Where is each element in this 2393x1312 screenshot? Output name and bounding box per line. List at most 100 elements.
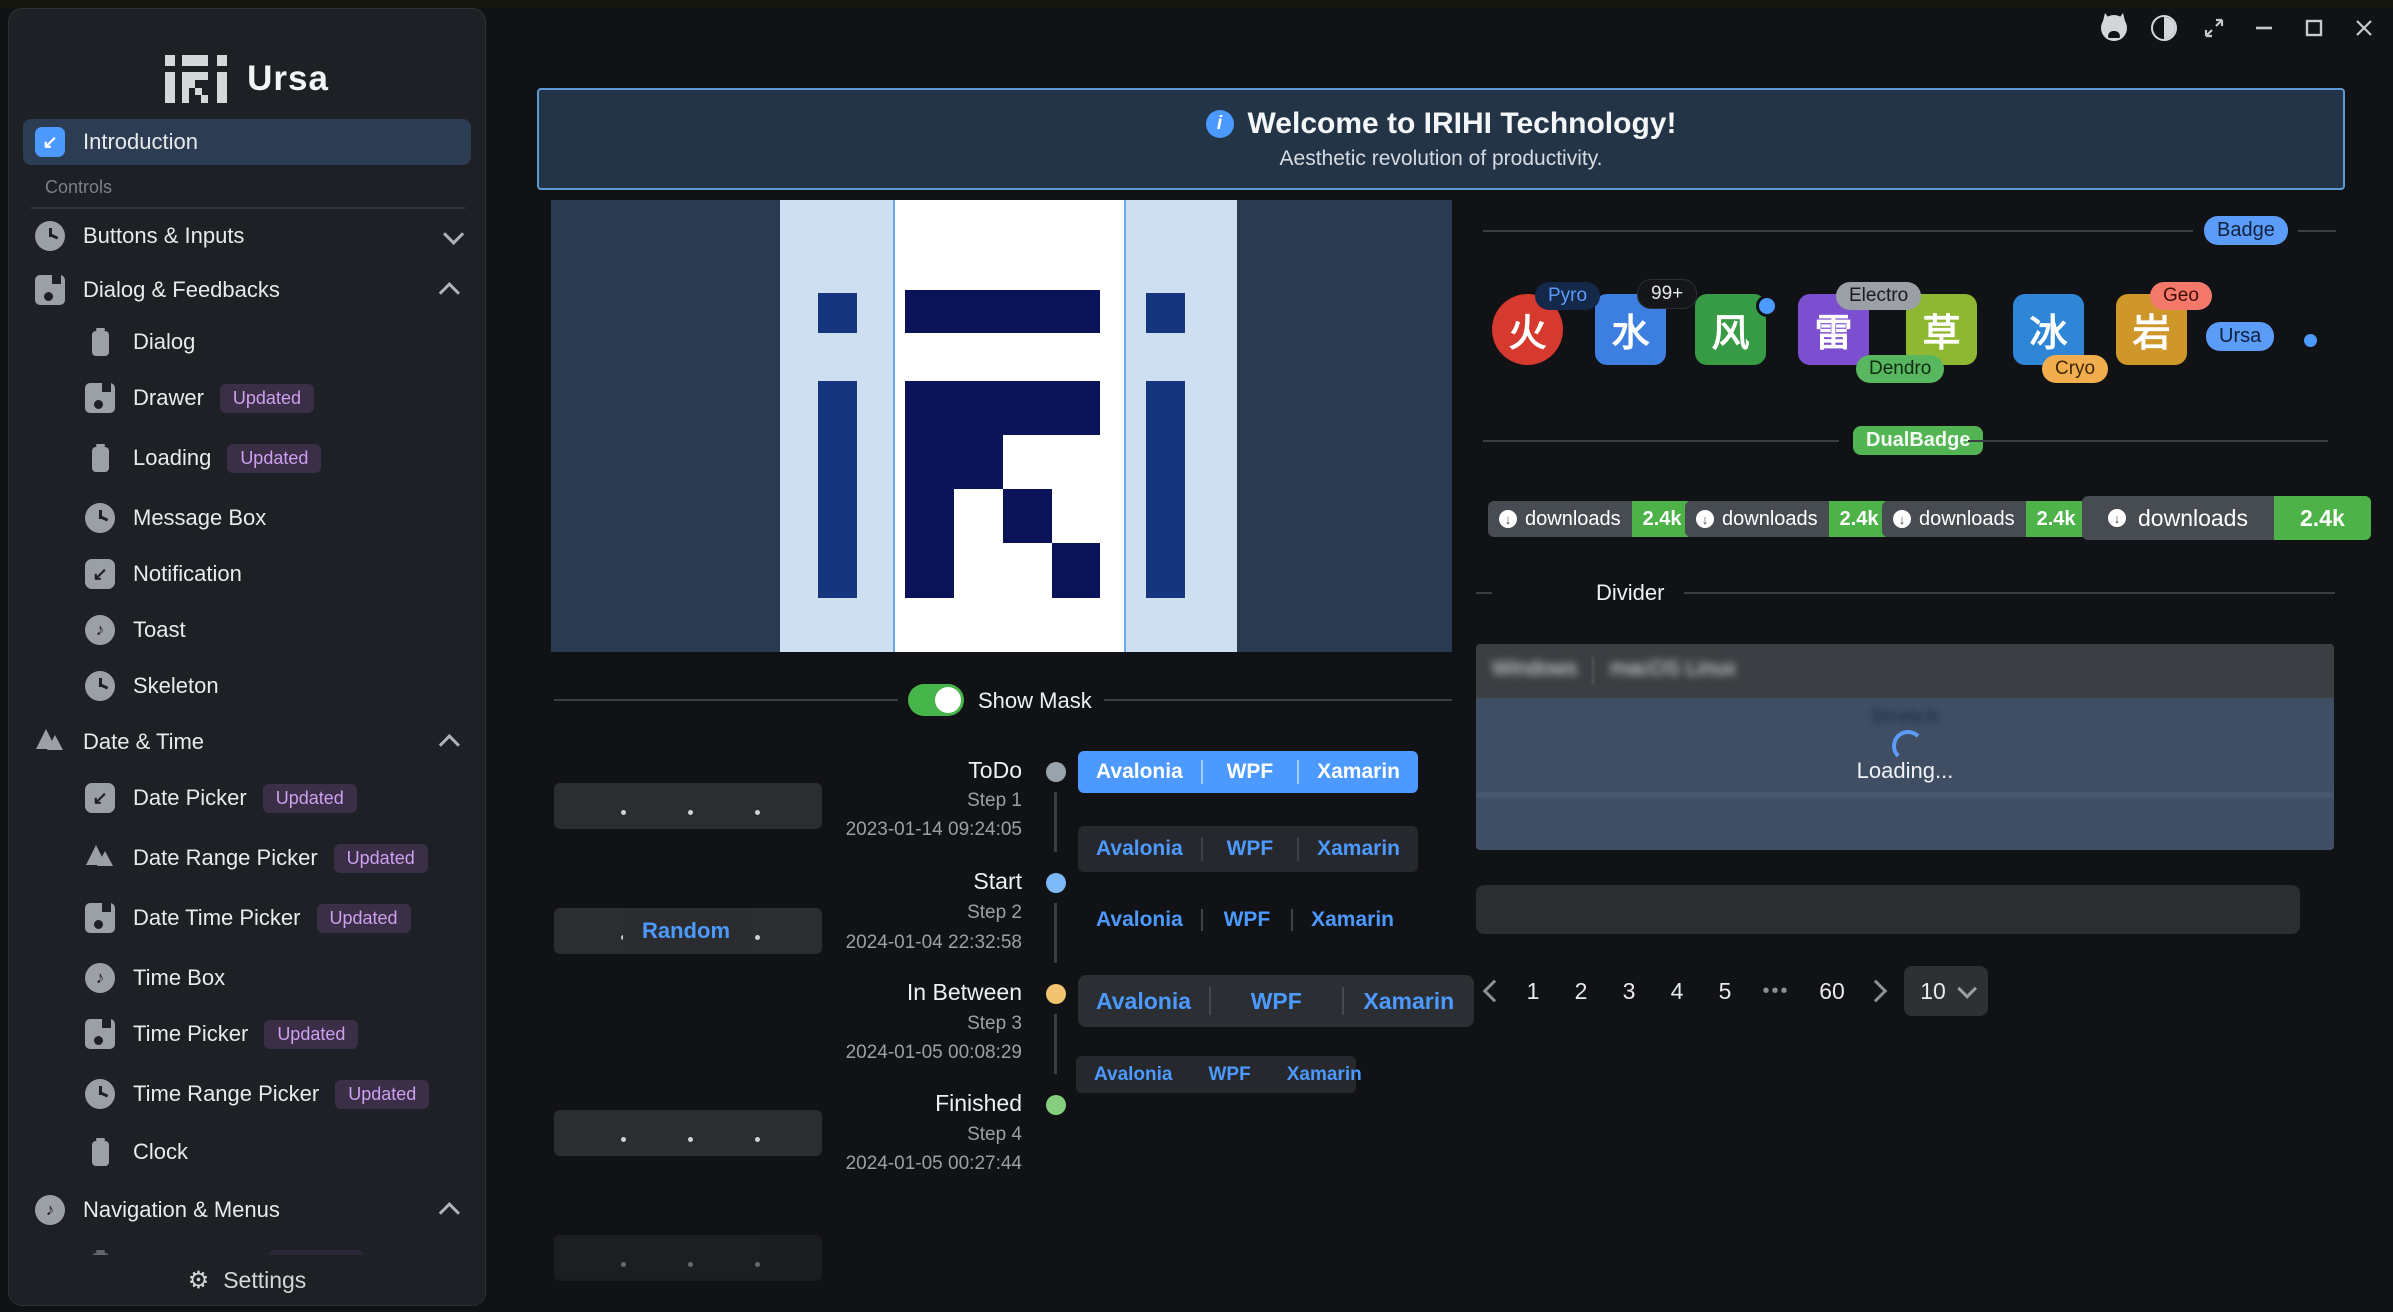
sidebar-item-time-range-picker[interactable]: Time Range Picker Updated xyxy=(23,1071,471,1117)
fullscreen-icon[interactable] xyxy=(2200,14,2228,42)
timeline-title: In Between xyxy=(700,979,1022,1006)
sidebar-item-drawer[interactable]: Drawer Updated xyxy=(23,375,471,421)
sidebar-item-message-box[interactable]: Message Box xyxy=(23,495,471,541)
download-icon: ↓ xyxy=(1499,510,1517,528)
sidebar-group-dialog-feedbacks[interactable]: Dialog & Feedbacks xyxy=(23,267,471,313)
sidebar-item-introduction[interactable]: ↙ Introduction xyxy=(23,119,471,165)
timeline-title: Finished xyxy=(700,1090,1022,1117)
wpf-button[interactable]: WPF xyxy=(1203,908,1291,932)
sidebar-group-buttons-inputs[interactable]: Buttons & Inputs xyxy=(23,213,471,259)
battery-icon xyxy=(85,327,115,357)
timeline-time: 2024-01-05 00:08:29 xyxy=(700,1042,1022,1064)
timeline-step: Step 2 xyxy=(700,902,1022,924)
sidebar-divider xyxy=(31,207,465,209)
wpf-button[interactable]: WPF xyxy=(1191,1064,1269,1086)
platform-group-dark: Avalonia WPF Xamarin xyxy=(1078,826,1418,872)
maximize-icon[interactable] xyxy=(2300,14,2328,42)
show-mask-toggle[interactable] xyxy=(908,684,964,716)
page-number-last[interactable]: 60 xyxy=(1810,978,1854,1005)
avalonia-button[interactable]: Avalonia xyxy=(1078,760,1201,784)
page-number[interactable]: 1 xyxy=(1516,978,1550,1005)
sidebar-item-notification[interactable]: ↙ Notification xyxy=(23,551,471,597)
github-icon[interactable] xyxy=(2100,14,2128,42)
sidebar-item-dialog[interactable]: Dialog xyxy=(23,319,471,365)
avalonia-button[interactable]: Avalonia xyxy=(1076,1064,1191,1086)
platform-group-borderless: Avalonia WPF Xamarin xyxy=(1078,903,1412,937)
wpf-button[interactable]: WPF xyxy=(1211,988,1342,1015)
app-logo: Ursa xyxy=(9,51,485,107)
divider-line xyxy=(1104,699,1452,701)
tab-windows[interactable]: Windows xyxy=(1492,657,1577,681)
xamarin-button[interactable]: Xamarin xyxy=(1299,760,1418,784)
trees-icon xyxy=(35,727,65,757)
sidebar-item-loading[interactable]: Loading Updated xyxy=(23,435,471,481)
badge-divider-pill: Badge xyxy=(2204,216,2288,245)
updated-badge: Updated xyxy=(335,1080,429,1109)
page-number[interactable]: 5 xyxy=(1708,978,1742,1005)
close-icon[interactable] xyxy=(2350,14,2378,42)
irihi-logo-artwork xyxy=(551,200,1452,652)
arrow-import-icon: ↙ xyxy=(35,127,65,157)
dot-badge xyxy=(1756,295,1778,317)
irihi-logo-icon xyxy=(165,51,227,107)
page-prev-icon[interactable] xyxy=(1483,980,1506,1003)
page-ellipsis[interactable]: ••• xyxy=(1756,980,1796,1003)
sidebar-item-date-range-picker[interactable]: Date Range Picker Updated xyxy=(23,835,471,881)
sidebar-item-clock[interactable]: Clock xyxy=(23,1129,471,1175)
sidebar-item-time-box[interactable]: ♪ Time Box xyxy=(23,955,471,1001)
page-size-select[interactable]: 10 xyxy=(1904,966,1988,1016)
sidebar-item-label: Introduction xyxy=(83,129,198,155)
timeline-time: 2024-01-05 00:27:44 xyxy=(700,1153,1022,1175)
chevron-up-icon xyxy=(439,282,460,303)
page-next-icon[interactable] xyxy=(1865,980,1888,1003)
divider-line xyxy=(2298,230,2336,232)
sidebar-group-date-time[interactable]: Date & Time xyxy=(23,719,471,765)
sidebar-item-skeleton[interactable]: Skeleton xyxy=(23,663,471,709)
empty-input-box[interactable] xyxy=(1476,885,2300,934)
xamarin-button[interactable]: Xamarin xyxy=(1293,908,1412,932)
sidebar-item-label: Date Picker xyxy=(133,785,247,811)
xamarin-button[interactable]: Xamarin xyxy=(1299,837,1418,861)
page-number[interactable]: 4 xyxy=(1660,978,1694,1005)
sidebar-item-toast[interactable]: ♪ Toast xyxy=(23,607,471,653)
page-number[interactable]: 2 xyxy=(1564,978,1598,1005)
divider-line xyxy=(554,699,898,701)
sidebar-item-date-picker[interactable]: ↙ Date Picker Updated xyxy=(23,775,471,821)
avalonia-button[interactable]: Avalonia xyxy=(1078,988,1209,1015)
xamarin-button[interactable]: Xamarin xyxy=(1269,1064,1380,1086)
avalonia-button[interactable]: Avalonia xyxy=(1078,908,1201,932)
sidebar-item-date-time-picker[interactable]: Date Time Picker Updated xyxy=(23,895,471,941)
gear-icon: ⚙ xyxy=(188,1266,210,1295)
ursa-badge: Ursa xyxy=(2206,322,2274,351)
welcome-banner: i Welcome to IRIHI Technology! Aesthetic… xyxy=(537,88,2345,190)
theme-toggle-icon[interactable] xyxy=(2150,14,2178,42)
xamarin-button[interactable]: Xamarin xyxy=(1344,988,1475,1015)
timeline-time: 2024-01-04 22:32:58 xyxy=(700,932,1022,954)
timeline-dot-in-between xyxy=(1046,984,1066,1004)
timeline-dot-finished xyxy=(1046,1095,1066,1115)
updated-badge: Updated xyxy=(264,1020,358,1049)
clock-icon xyxy=(85,1079,115,1109)
clock-icon xyxy=(35,221,65,251)
download-icon: ↓ xyxy=(1893,510,1911,528)
trees-icon xyxy=(85,843,115,873)
avalonia-button[interactable]: Avalonia xyxy=(1078,837,1201,861)
wpf-button[interactable]: WPF xyxy=(1203,760,1297,784)
sidebar-item-label: Message Box xyxy=(133,505,266,531)
wpf-button[interactable]: WPF xyxy=(1203,837,1297,861)
page-size-value: 10 xyxy=(1920,978,1946,1005)
minimize-icon[interactable] xyxy=(2250,14,2278,42)
sidebar-item-label: Toast xyxy=(133,617,186,643)
settings-label: Settings xyxy=(223,1267,306,1294)
tab-macos-linux[interactable]: macOS Linux xyxy=(1610,657,1736,681)
loading-content: Stretch Loading... xyxy=(1476,698,2334,850)
sidebar-group-label: Dialog & Feedbacks xyxy=(83,277,280,303)
dendro-badge: Dendro xyxy=(1856,355,1944,383)
floppy-icon xyxy=(85,903,115,933)
sidebar-group-navigation-menus[interactable]: ♪ Navigation & Menus xyxy=(23,1187,471,1233)
sidebar-item-time-picker[interactable]: Time Picker Updated xyxy=(23,1011,471,1057)
geo-badge: Geo xyxy=(2150,282,2212,310)
page-number[interactable]: 3 xyxy=(1612,978,1646,1005)
settings-button[interactable]: ⚙ Settings xyxy=(9,1255,485,1305)
divider-label: Divider xyxy=(1596,580,1664,606)
